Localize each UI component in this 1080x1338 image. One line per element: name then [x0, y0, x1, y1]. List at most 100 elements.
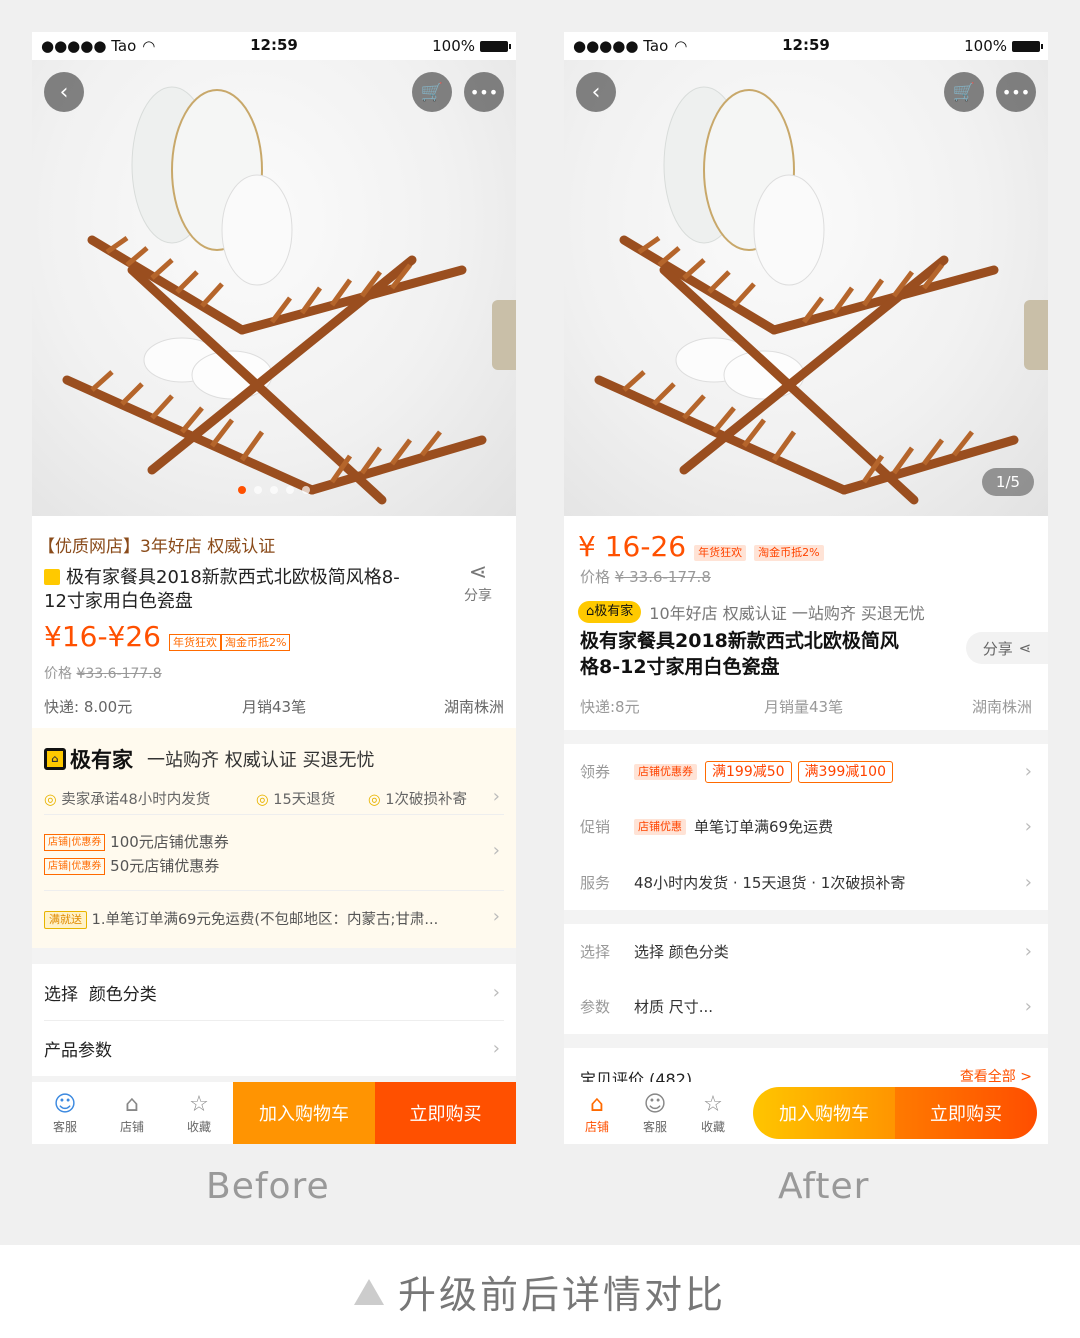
brand-mini-icon — [44, 569, 60, 585]
chevron-right-icon: › — [492, 1037, 500, 1059]
coupon-item[interactable]: 满399减100 — [797, 760, 893, 783]
monthly-sales: 月销43笔 — [242, 698, 307, 716]
chevron-right-icon: › — [1024, 816, 1032, 837]
params-value: 材质 尺寸... — [634, 998, 714, 1016]
more-button[interactable]: ••• — [996, 72, 1036, 112]
chat-face-icon: ☺ — [643, 1091, 667, 1117]
triangle-up-icon — [353, 1278, 384, 1305]
brand-logo-icon: ⌂ — [44, 748, 66, 770]
nav-favorite[interactable]: ☆ 收藏 — [166, 1082, 232, 1144]
before-caption: Before — [206, 1166, 330, 1207]
nav-customer-service[interactable]: ☺ 客服 — [32, 1082, 98, 1144]
more-icon: ••• — [469, 82, 499, 102]
brand-section: ⌂ 极有家 一站购齐 权威认证 买退无忧 ◎ 卖家承诺48小时内发货 ◎ 15天… — [32, 728, 516, 948]
battery-label: 100% — [432, 37, 475, 55]
share-button[interactable]: 分享 ⋖ — [966, 632, 1048, 664]
coupon-item: 50元店铺优惠券 — [110, 857, 220, 875]
coupon-label: 领券 — [580, 763, 611, 781]
nav-store[interactable]: ⌂ 店铺 — [99, 1082, 165, 1144]
image-counter: 1/5 — [982, 468, 1034, 496]
promo-row[interactable]: 促销 店铺优惠 单笔订单满69免运费 › — [564, 799, 1048, 854]
price: ¥16-¥26 — [44, 620, 161, 653]
ship-from-location: 湖南株洲 — [971, 698, 1032, 716]
chevron-right-icon: › — [492, 906, 500, 927]
back-button[interactable]: ‹ — [576, 72, 616, 112]
store-header-line: 【优质网店】3年好店 权威认证 — [38, 537, 276, 557]
select-sku-row[interactable]: 选择 颜色分类 › — [32, 964, 516, 1020]
add-to-cart-button[interactable]: 加入购物车 — [753, 1087, 895, 1139]
params-row[interactable]: 参数 材质 尺寸... › — [564, 979, 1048, 1034]
share-label: 分享 — [464, 588, 492, 604]
chevron-right-icon: › — [492, 981, 500, 1003]
service-row[interactable]: 服务 48小时内发货 · 15天退货 · 1次破损补寄 › — [564, 854, 1048, 910]
bottom-action-bar: ☺ 客服 ⌂ 店铺 ☆ 收藏 加入购物车 立即购买 — [32, 1082, 516, 1144]
coupon-tag: 店铺|优惠券 — [44, 834, 106, 851]
service-text: 48小时内发货 · 15天退货 · 1次破损补寄 — [634, 873, 906, 892]
nav-favorite[interactable]: ☆ 收藏 — [680, 1082, 746, 1144]
original-price: ¥ 33.6-177.8 — [614, 568, 711, 586]
check-icon: ◎ — [368, 792, 381, 808]
shipping-fee: 快递: 8.00元 — [44, 698, 133, 716]
product-image[interactable]: ‹ 🛒 ••• 1/5 — [564, 60, 1048, 516]
footer-text: 升级前后详情对比 — [397, 1273, 726, 1317]
cart-button[interactable]: 🛒 — [412, 72, 452, 112]
coupon-item[interactable]: 满199减50 — [705, 760, 792, 783]
promo-label: 促销 — [580, 818, 611, 836]
back-button[interactable]: ‹ — [44, 72, 84, 112]
promise-row[interactable]: ◎ 卖家承诺48小时内发货 ◎ 15天退货 ◎ 1次破损补寄 — [44, 788, 504, 809]
promise-item: 1次破损补寄 — [385, 792, 467, 808]
footer-caption: 升级前后详情对比 — [0, 1245, 1080, 1338]
ship-from-location: 湖南株洲 — [443, 698, 504, 716]
carousel-dot — [270, 486, 278, 494]
chevron-right-icon: › — [1024, 996, 1032, 1017]
select-sku-row[interactable]: 选择 选择 颜色分类 › — [564, 924, 1048, 979]
nav-customer-service[interactable]: ☺ 客服 — [622, 1082, 688, 1144]
cart-button[interactable]: 🛒 — [944, 72, 984, 112]
buy-now-button[interactable]: 立即购买 — [895, 1087, 1037, 1139]
chat-face-icon: ☺ — [53, 1091, 77, 1117]
nav-label: 收藏 — [186, 1119, 211, 1134]
select-value: 选择 颜色分类 — [634, 943, 729, 961]
add-to-cart-button[interactable]: 加入购物车 — [233, 1082, 375, 1144]
promo-tag: 年货狂欢 — [694, 545, 747, 561]
params-row[interactable]: 产品参数 › — [32, 1020, 516, 1076]
back-arrow-icon: ‹ — [591, 79, 601, 105]
promo-tag: 满就送 — [44, 911, 87, 929]
options-card: 选择 选择 颜色分类 › 参数 材质 尺寸... › — [564, 924, 1048, 1034]
back-arrow-icon: ‹ — [59, 79, 69, 105]
nav-label: 客服 — [642, 1119, 667, 1134]
dish-rack-illustration — [594, 86, 1048, 505]
original-price-label: 价格 — [580, 568, 611, 586]
battery-icon — [480, 40, 511, 52]
coin-tag: 淘金币抵2% — [754, 545, 824, 561]
promo-tag: 店铺优惠 — [634, 818, 686, 835]
dish-rack-illustration — [62, 86, 516, 505]
params-label: 产品参数 — [44, 1040, 112, 1061]
buy-now-button[interactable]: 立即购买 — [375, 1082, 516, 1144]
phone-after: ●●●●● Tao ◠ 12:59 100% ‹ 🛒 ••• 1/5 ¥ 16-… — [564, 32, 1048, 1144]
carousel-dots[interactable] — [32, 486, 516, 494]
coupon-list[interactable]: 店铺|优惠券 100元店铺优惠券 店铺|优惠券 50元店铺优惠券 — [44, 830, 229, 878]
nav-store[interactable]: ⌂ 店铺 — [564, 1082, 630, 1144]
product-info: ¥ 16-26 年货狂欢 淘金币抵2% 价格 ¥ 33.6-177.8 ⌂极有家… — [564, 516, 1048, 730]
share-button[interactable]: ⋖ 分享 — [456, 560, 500, 605]
nav-label: 客服 — [52, 1119, 77, 1134]
more-button[interactable]: ••• — [464, 72, 504, 112]
promise-item: 15天退货 — [273, 792, 336, 808]
cart-icon: 🛒 — [952, 81, 976, 103]
product-image[interactable]: ‹ 🛒 ••• — [32, 60, 516, 516]
phone-before: ●●●●● Tao ◠ 12:59 100% ‹ 🛒 ••• 【优质网店】3年好… — [32, 32, 516, 1144]
carousel-dot-active — [238, 486, 246, 494]
coupon-row[interactable]: 领券 店铺优惠券 满199减50 满399减100 › — [564, 744, 1048, 799]
carousel-dot — [254, 486, 262, 494]
status-bar: ●●●●● Tao ◠ 12:59 100% — [32, 32, 516, 60]
carousel-dot — [302, 486, 310, 494]
chevron-right-icon: › — [492, 840, 500, 861]
select-value: 颜色分类 — [88, 984, 157, 1005]
select-label: 选择 — [580, 943, 611, 961]
brand-description: 10年好店 权威认证 一站购齐 买退无忧 — [649, 604, 925, 623]
chevron-right-icon: › — [1024, 871, 1032, 893]
nav-label: 店铺 — [584, 1119, 609, 1134]
promo-row[interactable]: 满就送 1.单笔订单满69元免运费(不包邮地区：内蒙古;甘肃... — [44, 908, 464, 929]
battery-icon — [1012, 40, 1043, 52]
